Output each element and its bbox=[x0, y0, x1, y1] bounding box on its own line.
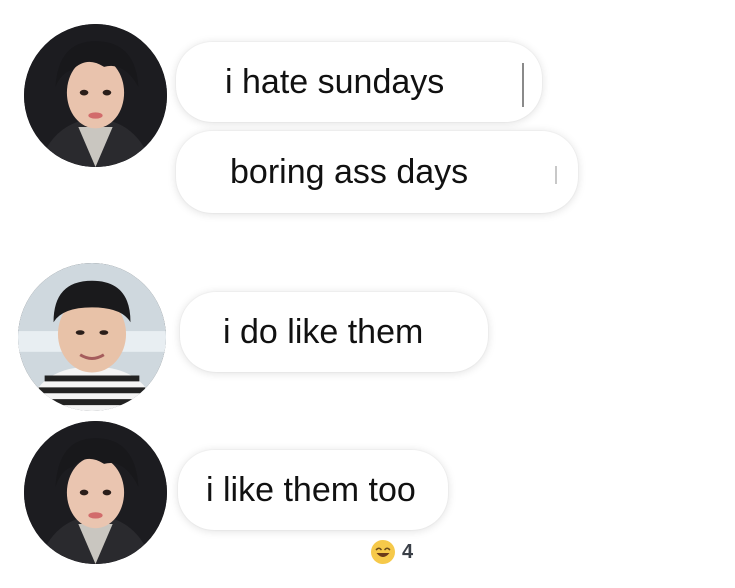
message-text: i do like them bbox=[223, 313, 424, 351]
reaction-badge[interactable]: 4 bbox=[370, 539, 413, 565]
avatar-photo bbox=[18, 263, 166, 411]
reaction-count: 4 bbox=[402, 540, 414, 563]
avatar-photo bbox=[24, 24, 167, 167]
text-cursor bbox=[522, 63, 524, 107]
message-bubble[interactable]: i like them too bbox=[178, 450, 448, 530]
avatar-photo bbox=[24, 421, 167, 564]
message-text: i hate sundays bbox=[225, 63, 445, 101]
bubble-edge-mark bbox=[555, 166, 557, 184]
message-bubble[interactable]: i do like them bbox=[180, 292, 488, 372]
avatar[interactable] bbox=[24, 24, 167, 167]
avatar[interactable] bbox=[24, 421, 167, 564]
message-bubble[interactable]: i hate sundays bbox=[176, 42, 542, 122]
message-text: i like them too bbox=[206, 471, 416, 509]
avatar[interactable] bbox=[18, 263, 166, 411]
laughing-emoji-icon bbox=[371, 540, 395, 564]
message-text: boring ass days bbox=[230, 153, 469, 191]
message-bubble[interactable]: boring ass days bbox=[176, 131, 578, 213]
